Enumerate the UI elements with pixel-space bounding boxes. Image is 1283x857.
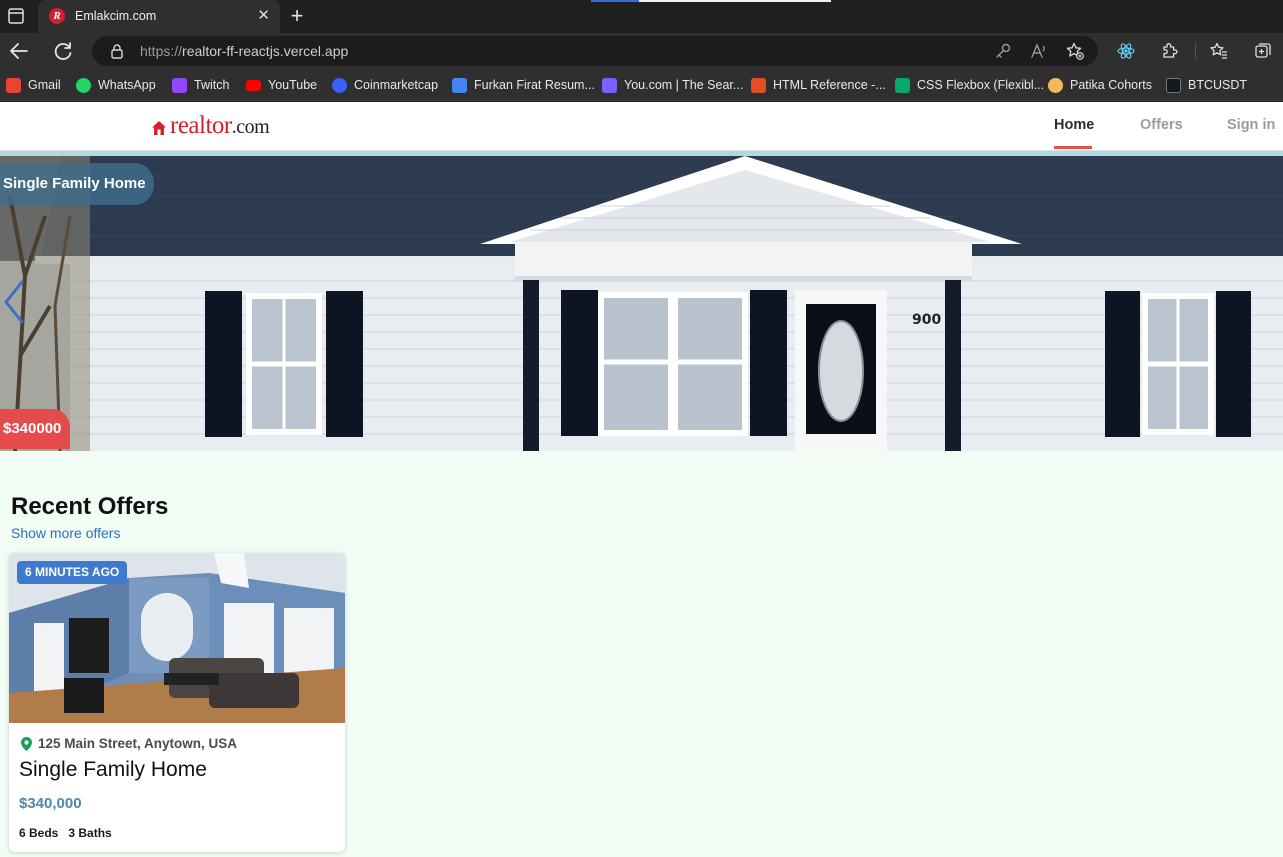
hero-house-image: 900 [0,156,1283,451]
listing-price: $340,000 [19,795,82,812]
site-header: realtor.com Home Offers Sign in [0,102,1283,151]
bookmark-resume[interactable]: Furkan Firat Resum... [452,76,595,94]
url-text[interactable]: https://realtor-ff-reactjs.vercel.app [140,43,348,59]
nav-offers[interactable]: Offers [1140,117,1183,133]
read-aloud-icon[interactable] [1030,42,1048,60]
listing-beds: 6 Beds [19,826,59,840]
nav-home[interactable]: Home [1054,117,1094,133]
bookmark-youtube[interactable]: YouTube [246,76,317,94]
back-arrow-icon[interactable] [7,39,31,63]
bookmark-patika[interactable]: Patika Cohorts [1048,76,1152,94]
lock-icon[interactable] [109,43,125,59]
youtube-icon [246,79,261,91]
logo-wordmark: realtor.com [170,112,270,139]
patika-icon [1048,77,1063,93]
whatsapp-icon [76,77,91,93]
bookmark-html-reference[interactable]: HTML Reference -... [751,76,886,94]
browser-tab-bar: R Emlakcim.com ✕ + [0,0,1283,33]
bookmark-gmail[interactable]: Gmail [6,76,61,94]
close-tab-icon[interactable]: ✕ [257,7,270,25]
listing-card[interactable]: 6 MINUTES AGO 125 Main Street, Anytown, … [9,553,345,852]
loading-indicator [591,0,831,2]
gmail-icon [6,77,21,93]
bookmark-css-flexbox[interactable]: CSS Flexbox (Flexibl... [895,76,1044,94]
new-tab-icon[interactable]: + [285,4,309,28]
page-viewport: realtor.com Home Offers Sign in 900 Sing… [0,102,1283,857]
bookmark-twitch[interactable]: Twitch [172,76,229,94]
hero-slider[interactable]: 900 Single Family Home $340000 [0,156,1283,451]
html-reference-icon [751,77,766,93]
listing-specs: 6 Beds 3 Baths [19,826,112,840]
tradingview-icon [1166,77,1181,93]
hero-price-badge: $340000 [0,409,71,449]
browser-tab-active[interactable]: R Emlakcim.com ✕ [38,0,280,33]
toolbar-divider [1195,43,1196,59]
house-logo-icon [152,121,166,135]
coinmarketcap-icon [332,77,347,93]
twitch-icon [172,77,187,93]
address-bar[interactable]: https://realtor-ff-reactjs.vercel.app [92,36,1098,66]
bookmark-coinmarketcap[interactable]: Coinmarketcap [332,76,438,94]
refresh-icon[interactable] [51,39,75,63]
w3schools-icon [895,77,910,93]
tab-actions-icon[interactable] [6,6,26,26]
realtor-logo[interactable]: realtor.com [151,112,270,140]
nav-active-underline [1054,146,1092,149]
google-docs-icon [452,77,467,93]
browser-toolbar: https://realtor-ff-reactjs.vercel.app [0,33,1283,69]
bookmark-you-com[interactable]: You.com | The Sear... [602,76,743,94]
key-icon[interactable] [994,42,1012,60]
listing-title: Single Family Home [19,758,207,781]
hero-house-number: 900 [912,312,941,328]
location-pin-icon [21,736,32,751]
listing-address: 125 Main Street, Anytown, USA [21,736,237,751]
react-devtools-icon[interactable] [1116,41,1136,61]
you-com-icon [602,77,617,93]
bookmark-whatsapp[interactable]: WhatsApp [76,76,156,94]
recent-offers-title: Recent Offers [11,493,169,520]
listing-baths: 3 Baths [68,826,112,840]
listing-address-text: 125 Main Street, Anytown, USA [38,736,238,751]
tab-title: Emlakcim.com [75,9,157,23]
nav-sign-in[interactable]: Sign in [1227,117,1275,133]
favorites-icon[interactable] [1209,41,1229,61]
bookmarks-bar: Gmail WhatsApp Twitch YouTube Coinmarket… [0,69,1283,101]
listing-image[interactable]: 6 MINUTES AGO [9,553,345,723]
extensions-icon[interactable] [1160,41,1180,61]
collections-icon[interactable] [1253,41,1273,61]
add-favorite-icon[interactable] [1066,42,1084,60]
show-more-offers-link[interactable]: Show more offers [11,525,120,541]
hero-type-badge: Single Family Home [0,163,154,205]
realtor-favicon-icon: R [49,8,65,24]
bookmark-btcusdt[interactable]: BTCUSDT [1166,76,1247,94]
listing-time-badge: 6 MINUTES AGO [17,561,128,584]
hero-prev-chevron-icon[interactable] [2,280,26,324]
